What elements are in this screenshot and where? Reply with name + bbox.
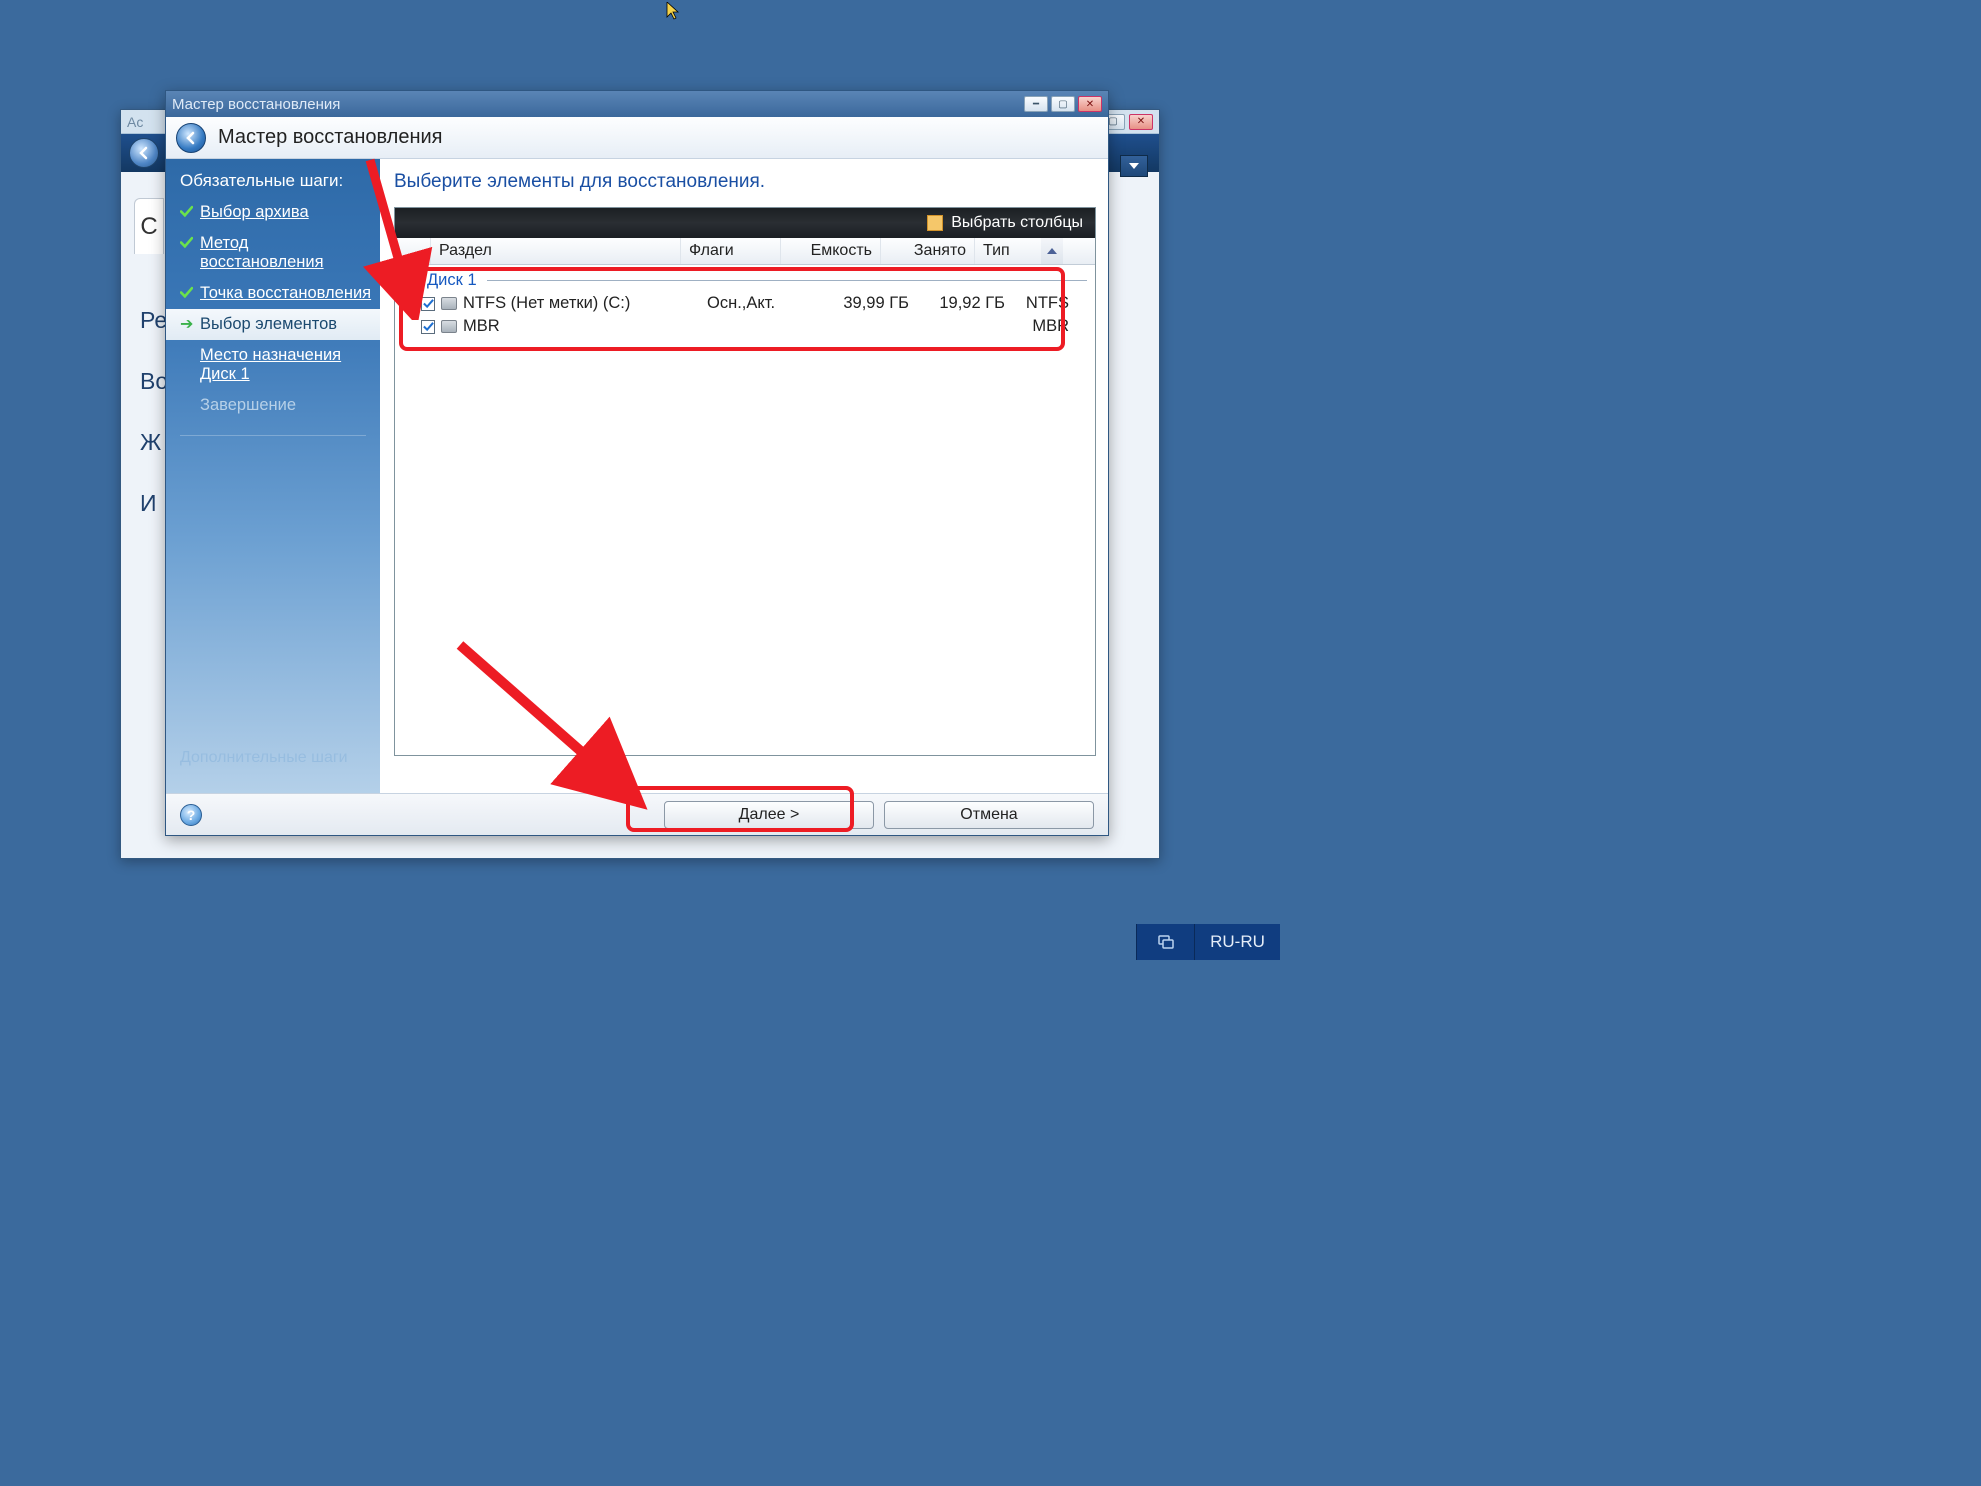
wizard-window: Мастер восстановления ━ ▢ ✕ Мастер восст… <box>165 90 1109 836</box>
wizard-sidebar: Обязательные шаги: Выбор архива Метод во… <box>166 159 380 793</box>
bg-close-button[interactable]: ✕ <box>1129 114 1153 130</box>
col-used[interactable]: Занято <box>881 238 975 264</box>
cursor-icon <box>665 2 681 25</box>
table-header-row: Раздел Флаги Емкость Занято Тип <box>395 238 1095 265</box>
disk-group-label: Диск 1 <box>427 271 477 290</box>
help-button[interactable]: ? <box>180 804 202 826</box>
col-flags[interactable]: Флаги <box>681 238 781 264</box>
step-select-elements[interactable]: ➔ Выбор элементов <box>166 309 380 340</box>
disk-icon <box>441 297 457 310</box>
disk-group-row[interactable]: Диск 1 <box>397 269 1093 292</box>
wizard-maximize-button[interactable]: ▢ <box>1051 96 1075 112</box>
check-icon <box>180 284 194 299</box>
row-flags: Осн.,Акт. <box>707 294 809 313</box>
row-partition: MBR <box>463 317 707 336</box>
row-capacity: 39,99 ГБ <box>809 294 909 313</box>
wizard-close-button[interactable]: ✕ <box>1078 96 1102 112</box>
arrow-right-icon: ➔ <box>180 315 194 333</box>
col-capacity[interactable]: Емкость <box>781 238 881 264</box>
columns-icon <box>927 215 943 231</box>
step-destination[interactable]: Место назначения Диск 1 <box>166 340 380 390</box>
row-partition: NTFS (Нет метки) (C:) <box>463 294 707 313</box>
wizard-footer: ? Далее > Отмена <box>166 793 1108 835</box>
wizard-header-title: Мастер восстановления <box>218 126 443 149</box>
row-used: 19,92 ГБ <box>909 294 1005 313</box>
wizard-main: Выберите элементы для восстановления. Вы… <box>380 159 1108 793</box>
table-row[interactable]: NTFS (Нет метки) (C:) Осн.,Акт. 39,99 ГБ… <box>397 292 1093 315</box>
wizard-titlebar[interactable]: Мастер восстановления ━ ▢ ✕ <box>166 91 1108 117</box>
sidebar-divider <box>180 435 366 436</box>
table-toolbar: Выбрать столбцы <box>395 208 1095 238</box>
step-archive-selection[interactable]: Выбор архива <box>166 197 380 228</box>
taskbar: RU-RU <box>1136 924 1280 960</box>
main-title: Выберите элементы для восстановления. <box>394 171 1096 193</box>
wizard-titlebar-text: Мастер восстановления <box>172 96 340 113</box>
table-row[interactable]: MBR MBR <box>397 315 1093 338</box>
cancel-button[interactable]: Отмена <box>884 801 1094 829</box>
check-icon <box>180 203 194 218</box>
wizard-back-button[interactable] <box>176 123 206 153</box>
step-restore-point[interactable]: Точка восстановления <box>166 278 380 309</box>
sidebar-extra-label: Дополнительные шаги <box>180 749 348 767</box>
col-partition[interactable]: Раздел <box>431 238 681 264</box>
bg-tab: С <box>134 198 164 254</box>
row-checkbox[interactable] <box>421 297 435 311</box>
check-icon <box>180 234 194 249</box>
bg-window-title: Ас <box>127 114 143 130</box>
col-type[interactable]: Тип <box>975 238 1041 264</box>
row-checkbox[interactable] <box>421 320 435 334</box>
table-body: Диск 1 NTFS (Нет метки) (C:) Осн.,Акт. 3… <box>395 265 1095 755</box>
bg-sidebar-fragments: Ре Во Ж И <box>140 307 168 551</box>
select-columns-button[interactable]: Выбрать столбцы <box>951 214 1083 232</box>
disk-icon <box>441 320 457 333</box>
row-type: MBR <box>1005 317 1069 336</box>
bg-dropdown-button[interactable] <box>1120 155 1148 177</box>
row-type: NTFS <box>1005 294 1069 313</box>
disk-checkbox[interactable] <box>403 274 417 288</box>
step-restore-method[interactable]: Метод восстановления <box>166 228 380 278</box>
wizard-minimize-button[interactable]: ━ <box>1024 96 1048 112</box>
scroll-up-button[interactable] <box>1041 238 1063 264</box>
sidebar-section-label: Обязательные шаги: <box>166 171 380 197</box>
taskbar-language[interactable]: RU-RU <box>1194 924 1280 960</box>
taskbar-network-icon[interactable] <box>1136 924 1194 960</box>
partition-table: Выбрать столбцы Раздел Флаги Емкость Зан… <box>394 207 1096 756</box>
wizard-header: Мастер восстановления <box>166 117 1108 159</box>
step-finish: Завершение <box>166 390 380 421</box>
col-checkbox <box>395 238 431 264</box>
bg-back-button[interactable] <box>129 138 159 168</box>
next-button[interactable]: Далее > <box>664 801 874 829</box>
